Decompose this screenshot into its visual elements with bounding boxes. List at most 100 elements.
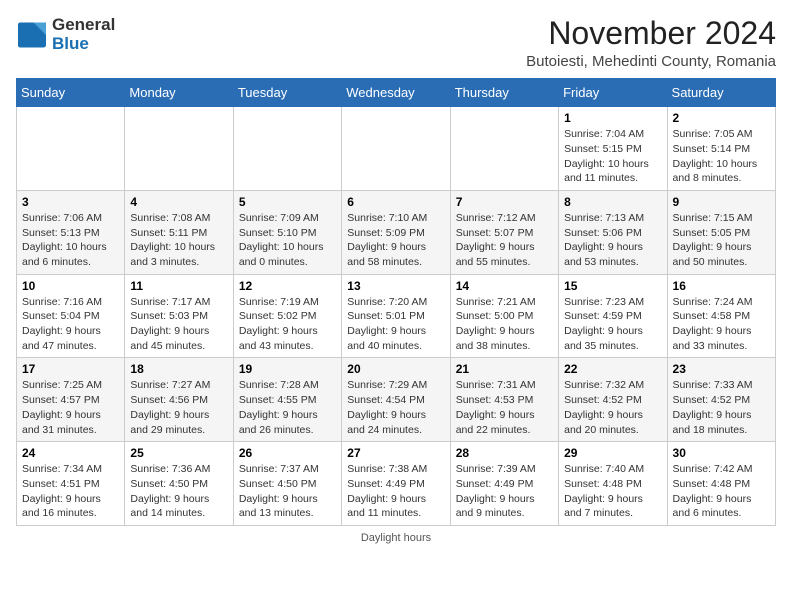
calendar-cell: 21 Sunrise: 7:31 AMSunset: 4:53 PMDayligh… — [450, 358, 558, 442]
day-header-thursday: Thursday — [450, 79, 558, 107]
day-info: Sunrise: 7:17 AMSunset: 5:03 PMDaylight:… — [130, 295, 227, 354]
calendar-cell — [342, 107, 450, 191]
calendar-cell: 19 Sunrise: 7:28 AMSunset: 4:55 PMDayligh… — [233, 358, 341, 442]
day-number: 18 — [130, 362, 227, 376]
calendar-cell: 2 Sunrise: 7:05 AMSunset: 5:14 PMDaylight… — [667, 107, 775, 191]
day-info: Sunrise: 7:37 AMSunset: 4:50 PMDaylight:… — [239, 462, 336, 521]
day-info: Sunrise: 7:13 AMSunset: 5:06 PMDaylight:… — [564, 211, 661, 270]
day-number: 13 — [347, 279, 444, 293]
day-number: 16 — [673, 279, 770, 293]
day-number: 29 — [564, 446, 661, 460]
calendar-cell — [233, 107, 341, 191]
day-info: Sunrise: 7:06 AMSunset: 5:13 PMDaylight:… — [22, 211, 119, 270]
day-info: Sunrise: 7:24 AMSunset: 4:58 PMDaylight:… — [673, 295, 770, 354]
calendar-table: SundayMondayTuesdayWednesdayThursdayFrid… — [16, 78, 776, 526]
day-number: 14 — [456, 279, 553, 293]
calendar-cell: 27 Sunrise: 7:38 AMSunset: 4:49 PMDayligh… — [342, 442, 450, 526]
day-header-saturday: Saturday — [667, 79, 775, 107]
calendar-cell: 26 Sunrise: 7:37 AMSunset: 4:50 PMDayligh… — [233, 442, 341, 526]
day-number: 20 — [347, 362, 444, 376]
calendar-cell: 15Sunrise: 7:23 AMSunset: 4:59 PMDayligh… — [559, 274, 667, 358]
day-number: 21 — [456, 362, 553, 376]
day-number: 28 — [456, 446, 553, 460]
calendar-cell: 18 Sunrise: 7:27 AMSunset: 4:56 PMDayligh… — [125, 358, 233, 442]
calendar-cell: 12 Sunrise: 7:19 AMSunset: 5:02 PMDayligh… — [233, 274, 341, 358]
day-info: Sunrise: 7:12 AMSunset: 5:07 PMDaylight:… — [456, 211, 553, 270]
calendar-cell: 6 Sunrise: 7:10 AMSunset: 5:09 PMDaylight… — [342, 190, 450, 274]
logo: General Blue — [16, 16, 115, 53]
day-info: Sunrise: 7:15 AMSunset: 5:05 PMDaylight:… — [673, 211, 770, 270]
day-info: Sunrise: 7:28 AMSunset: 4:55 PMDaylight:… — [239, 378, 336, 437]
calendar-cell: 16 Sunrise: 7:24 AMSunset: 4:58 PMDayligh… — [667, 274, 775, 358]
calendar-cell: 3 Sunrise: 7:06 AMSunset: 5:13 PMDaylight… — [17, 190, 125, 274]
calendar-subtitle: Butoiesti, Mehedinti County, Romania — [526, 53, 776, 70]
day-info: Sunrise: 7:38 AMSunset: 4:49 PMDaylight:… — [347, 462, 444, 521]
header: General Blue November 2024 Butoiesti, Me… — [16, 16, 776, 70]
day-header-monday: Monday — [125, 79, 233, 107]
day-info: Sunrise: 7:25 AMSunset: 4:57 PMDaylight:… — [22, 378, 119, 437]
calendar-cell: 22 Sunrise: 7:32 AMSunset: 4:52 PMDayligh… — [559, 358, 667, 442]
calendar-cell: 29 Sunrise: 7:40 AMSunset: 4:48 PMDayligh… — [559, 442, 667, 526]
day-number: 15 — [564, 279, 661, 293]
day-header-tuesday: Tuesday — [233, 79, 341, 107]
day-header-sunday: Sunday — [17, 79, 125, 107]
calendar-title: November 2024 — [526, 16, 776, 51]
day-number: 5 — [239, 195, 336, 209]
day-number: 9 — [673, 195, 770, 209]
day-number: 30 — [673, 446, 770, 460]
calendar-cell: 23 Sunrise: 7:33 AMSunset: 4:52 PMDayligh… — [667, 358, 775, 442]
day-number: 19 — [239, 362, 336, 376]
day-info: Sunrise: 7:04 AMSunset: 5:15 PMDaylight:… — [564, 127, 661, 186]
logo-text: General Blue — [52, 16, 115, 53]
day-number: 7 — [456, 195, 553, 209]
calendar-cell: 20 Sunrise: 7:29 AMSunset: 4:54 PMDayligh… — [342, 358, 450, 442]
day-number: 25 — [130, 446, 227, 460]
calendar-cell — [450, 107, 558, 191]
day-info: Sunrise: 7:33 AMSunset: 4:52 PMDaylight:… — [673, 378, 770, 437]
day-number: 27 — [347, 446, 444, 460]
calendar-body: 1Sunrise: 7:04 AMSunset: 5:15 PMDaylight… — [17, 107, 776, 526]
day-number: 23 — [673, 362, 770, 376]
day-number: 3 — [22, 195, 119, 209]
calendar-cell: 25Sunrise: 7:36 AMSunset: 4:50 PMDayligh… — [125, 442, 233, 526]
day-number: 2 — [673, 111, 770, 125]
day-info: Sunrise: 7:05 AMSunset: 5:14 PMDaylight:… — [673, 127, 770, 186]
day-info: Sunrise: 7:19 AMSunset: 5:02 PMDaylight:… — [239, 295, 336, 354]
title-area: November 2024 Butoiesti, Mehedinti Count… — [526, 16, 776, 70]
calendar-week-row: 10Sunrise: 7:16 AMSunset: 5:04 PMDayligh… — [17, 274, 776, 358]
calendar-cell: 7 Sunrise: 7:12 AMSunset: 5:07 PMDaylight… — [450, 190, 558, 274]
calendar-header-row: SundayMondayTuesdayWednesdayThursdayFrid… — [17, 79, 776, 107]
day-info: Sunrise: 7:20 AMSunset: 5:01 PMDaylight:… — [347, 295, 444, 354]
day-number: 26 — [239, 446, 336, 460]
day-info: Sunrise: 7:32 AMSunset: 4:52 PMDaylight:… — [564, 378, 661, 437]
day-number: 22 — [564, 362, 661, 376]
calendar-cell — [17, 107, 125, 191]
day-number: 6 — [347, 195, 444, 209]
day-info: Sunrise: 7:27 AMSunset: 4:56 PMDaylight:… — [130, 378, 227, 437]
day-info: Sunrise: 7:40 AMSunset: 4:48 PMDaylight:… — [564, 462, 661, 521]
calendar-cell: 8 Sunrise: 7:13 AMSunset: 5:06 PMDaylight… — [559, 190, 667, 274]
day-header-friday: Friday — [559, 79, 667, 107]
day-number: 8 — [564, 195, 661, 209]
calendar-cell: 11Sunrise: 7:17 AMSunset: 5:03 PMDayligh… — [125, 274, 233, 358]
calendar-cell: 13 Sunrise: 7:20 AMSunset: 5:01 PMDayligh… — [342, 274, 450, 358]
day-info: Sunrise: 7:31 AMSunset: 4:53 PMDaylight:… — [456, 378, 553, 437]
calendar-cell: 4 Sunrise: 7:08 AMSunset: 5:11 PMDaylight… — [125, 190, 233, 274]
day-info: Sunrise: 7:29 AMSunset: 4:54 PMDaylight:… — [347, 378, 444, 437]
calendar-cell: 24Sunrise: 7:34 AMSunset: 4:51 PMDayligh… — [17, 442, 125, 526]
calendar-cell — [125, 107, 233, 191]
day-info: Sunrise: 7:39 AMSunset: 4:49 PMDaylight:… — [456, 462, 553, 521]
day-info: Sunrise: 7:21 AMSunset: 5:00 PMDaylight:… — [456, 295, 553, 354]
calendar-cell: 17 Sunrise: 7:25 AMSunset: 4:57 PMDayligh… — [17, 358, 125, 442]
calendar-week-row: 17 Sunrise: 7:25 AMSunset: 4:57 PMDayligh… — [17, 358, 776, 442]
day-number: 24 — [22, 446, 119, 460]
day-info: Sunrise: 7:10 AMSunset: 5:09 PMDaylight:… — [347, 211, 444, 270]
calendar-cell: 30Sunrise: 7:42 AMSunset: 4:48 PMDayligh… — [667, 442, 775, 526]
day-info: Sunrise: 7:08 AMSunset: 5:11 PMDaylight:… — [130, 211, 227, 270]
logo-icon — [16, 21, 48, 49]
calendar-cell: 5Sunrise: 7:09 AMSunset: 5:10 PMDaylight… — [233, 190, 341, 274]
day-number: 4 — [130, 195, 227, 209]
day-number: 12 — [239, 279, 336, 293]
day-number: 17 — [22, 362, 119, 376]
calendar-week-row: 1Sunrise: 7:04 AMSunset: 5:15 PMDaylight… — [17, 107, 776, 191]
